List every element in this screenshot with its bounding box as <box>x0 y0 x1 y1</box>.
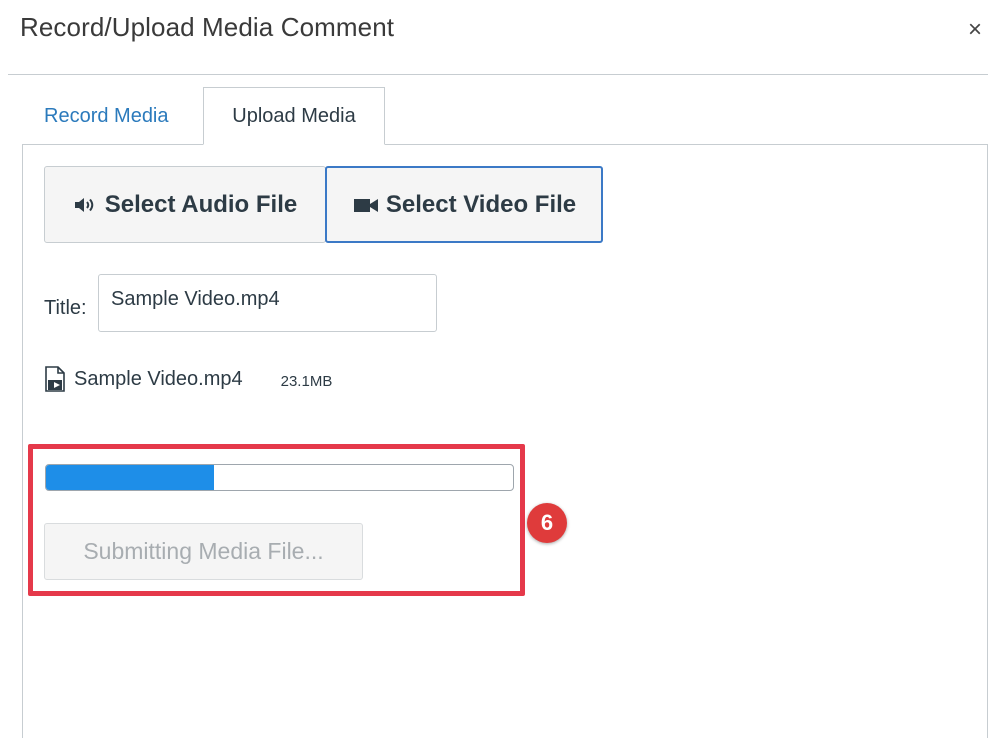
submitting-media-file-button: Submitting Media File... <box>44 523 363 580</box>
upload-progress-bar <box>45 464 514 491</box>
select-video-file-button[interactable]: Select Video File <box>325 166 603 243</box>
select-audio-file-label: Select Audio File <box>104 190 298 218</box>
upload-progress-fill <box>46 465 215 490</box>
file-size: 23.1MB <box>280 372 333 390</box>
title-input[interactable] <box>98 274 437 332</box>
video-file-icon <box>44 366 66 392</box>
step-number-badge: 6 <box>527 503 567 543</box>
tab-upload-media[interactable]: Upload Media <box>203 87 385 145</box>
dialog-title: Record/Upload Media Comment <box>20 12 395 42</box>
select-audio-file-button[interactable]: Select Audio File <box>44 166 326 243</box>
selected-file-row: Sample Video.mp4 23.1MB <box>44 366 332 392</box>
tab-record-media[interactable]: Record Media <box>44 106 169 126</box>
file-name: Sample Video.mp4 <box>74 367 243 390</box>
title-label: Title: <box>44 297 87 319</box>
video-camera-icon <box>352 195 380 215</box>
speaker-icon <box>73 195 99 215</box>
title-divider <box>8 74 988 75</box>
select-video-file-label: Select Video File <box>385 190 577 218</box>
close-icon[interactable]: × <box>963 18 987 42</box>
